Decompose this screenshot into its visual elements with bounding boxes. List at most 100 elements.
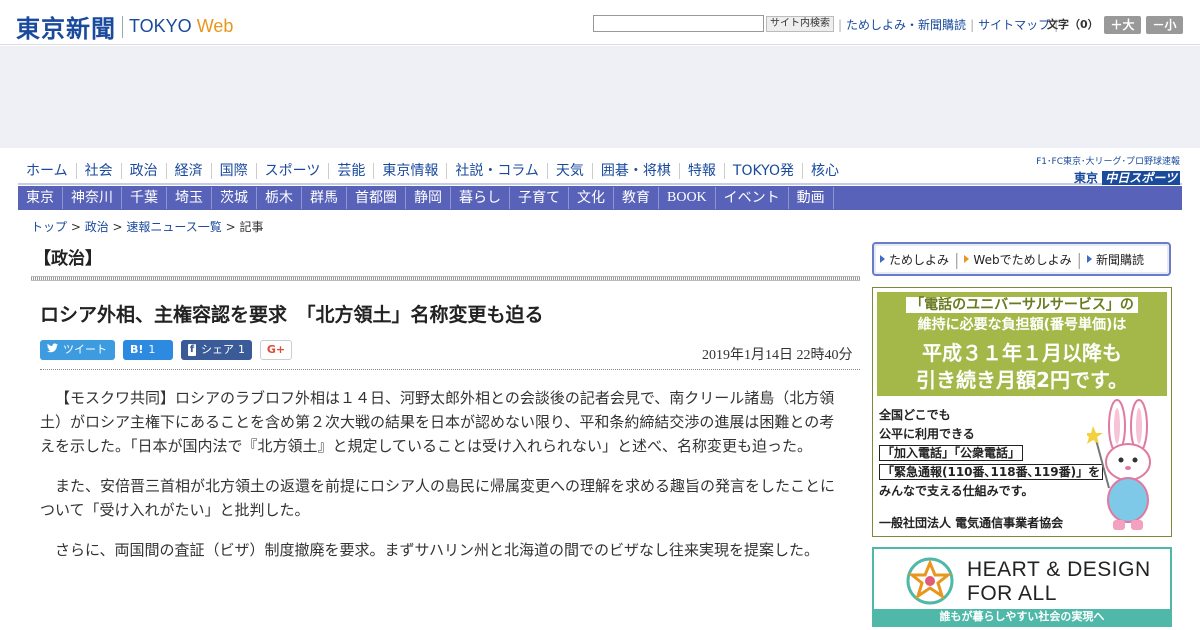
font-smaller-button[interactable]: －小	[1146, 16, 1183, 34]
link-divider: |	[954, 249, 960, 269]
subnav-item-tochigi[interactable]: 栃木	[257, 187, 302, 209]
ad-sponsor: 一般社団法人 電気通信事業者協会	[879, 516, 1064, 530]
ad-headline-1b: 維持に必要な負担額(番号単価)は	[917, 317, 1127, 333]
arrow-right-icon	[1086, 255, 1092, 263]
breadcrumb-top[interactable]: トップ	[31, 220, 67, 234]
facebook-share-count: 1	[238, 343, 245, 356]
chunichi-prefix: 東京	[1074, 171, 1099, 185]
subnav-item-book[interactable]: BOOK	[659, 187, 716, 209]
rabbit-mascot-icon	[1087, 399, 1151, 530]
breadcrumb: トップ > 政治 > 速報ニュース一覧 > 記事	[31, 218, 264, 235]
logo-divider	[122, 15, 123, 38]
heart-design-ad[interactable]: HEART & DESIGN FOR ALL 誰もが暮らしやすい社会の実現へ	[872, 547, 1172, 627]
trial-read-label: ためしよみ	[889, 252, 950, 267]
breadcrumb-current: 記事	[239, 220, 264, 234]
top-ad-banner[interactable]	[0, 46, 1200, 148]
link-divider: |	[1076, 249, 1082, 269]
subnav-item-tokyo[interactable]: 東京	[18, 187, 63, 209]
nav-item-tokyo-info[interactable]: 東京情報	[373, 163, 446, 179]
twitter-bird-icon	[47, 340, 58, 360]
heart-design-logo-icon	[906, 557, 954, 605]
section-divider	[31, 276, 860, 281]
ad-body: 全国どこでも 公平に利用できる 「加入電話」「公衆電話」 「緊急通報(110番､…	[879, 406, 1104, 501]
subnav-item-saitama[interactable]: 埼玉	[167, 187, 212, 209]
subscription-links: ためしよみ | Webでためしよみ | 新聞購読	[872, 242, 1171, 276]
article-paragraph: 【モスクワ共同】ロシアのラブロフ外相は１４日、河野太郎外相との会談後の記者会見で…	[40, 389, 835, 455]
nav-item-politics[interactable]: 政治	[120, 163, 166, 179]
subnav-item-event[interactable]: イベント	[716, 187, 789, 209]
chunichi-sports-link[interactable]: F1･FC東京･大リーグ･プロ野球速報 東京 中日スポーツ	[1025, 154, 1180, 186]
subnav-item-living[interactable]: 暮らし	[451, 187, 510, 209]
header-divider	[0, 44, 1200, 45]
subnav-item-shizuoka[interactable]: 静岡	[406, 187, 451, 209]
article-headline: ロシア外相、主権容認を要求 「北方領土」名称変更も迫る	[40, 304, 544, 326]
site-search-input[interactable]	[593, 15, 764, 32]
breadcrumb-separator: >	[67, 220, 85, 234]
subnav-item-shutoken[interactable]: 首都圏	[347, 187, 406, 209]
article-paragraph: さらに、両国間の査証（ビザ）制度撤廃を要求。まずサハリン州と北海道の間でのビザな…	[55, 541, 819, 559]
nav-item-special[interactable]: 特報	[678, 163, 724, 179]
breadcrumb-news-list[interactable]: 速報ニュース一覧	[126, 220, 221, 234]
main-nav: ホーム 社会 政治 経済 国際 スポーツ 芸能 東京情報 社説・コラム 天気 囲…	[18, 159, 847, 183]
nav-item-economy[interactable]: 経済	[165, 163, 211, 179]
nav-item-home[interactable]: ホーム	[18, 163, 76, 179]
subnav-item-education[interactable]: 教育	[614, 187, 659, 209]
hatena-bookmark-icon: B!	[130, 343, 144, 356]
sub-nav: 東京 神奈川 千葉 埼玉 茨城 栃木 群馬 首都圏 静岡 暮らし 子育て 文化 …	[18, 186, 1182, 210]
nav-item-editorial[interactable]: 社説・コラム	[446, 163, 547, 179]
nav-item-sports[interactable]: スポーツ	[255, 163, 329, 179]
site-search-button[interactable]: サイト内検索	[766, 16, 834, 32]
nav-item-go-shogi[interactable]: 囲碁・将棋	[591, 163, 679, 179]
subnav-item-kanagawa[interactable]: 神奈川	[63, 187, 122, 209]
subnav-item-ibaraki[interactable]: 茨城	[212, 187, 257, 209]
subnav-item-video[interactable]: 動画	[789, 187, 834, 209]
trial-read-link[interactable]: ためしよみ	[880, 251, 949, 268]
nav-item-entertainment[interactable]: 芸能	[328, 163, 373, 179]
article-divider	[40, 369, 860, 370]
site-logo[interactable]: 東京新聞 TOKYO Web	[16, 9, 233, 44]
nav-item-society[interactable]: 社会	[75, 163, 121, 179]
tweet-button[interactable]: ツイート	[40, 340, 115, 360]
web-trial-read-label: Webでためしよみ	[973, 252, 1072, 267]
sitemap-link[interactable]: サイトマップ	[978, 16, 1050, 33]
google-plus-button[interactable]: G+	[260, 340, 292, 360]
trial-subscribe-link[interactable]: ためしよみ・新聞購読	[846, 16, 966, 33]
ad-body-line: 「緊急通報(110番､118番､119番)」を	[879, 464, 1104, 480]
subnav-item-chiba[interactable]: 千葉	[122, 187, 167, 209]
ad-body-line: 「加入電話」「公衆電話」	[879, 445, 1024, 461]
web-trial-read-link[interactable]: Webでためしよみ	[964, 251, 1072, 268]
arrow-right-icon	[964, 255, 970, 263]
subnav-item-parenting[interactable]: 子育て	[510, 187, 569, 209]
nav-item-international[interactable]: 国際	[210, 163, 256, 179]
subnav-item-gunma[interactable]: 群馬	[302, 187, 347, 209]
tweet-label: ツイート	[63, 343, 107, 356]
header-links: | ためしよみ・新聞購読 | サイトマップ |	[834, 16, 1062, 33]
nav-item-weather[interactable]: 天気	[546, 163, 592, 179]
breadcrumb-separator: >	[108, 220, 127, 234]
nav-item-core[interactable]: 核心	[801, 163, 847, 179]
nav-item-tokyo-hatsu[interactable]: TOKYO発	[723, 163, 802, 179]
logo-web: Web	[196, 16, 234, 36]
hatena-count: 1	[148, 343, 156, 356]
breadcrumb-politics[interactable]: 政治	[85, 220, 109, 234]
ad-headline-3: 引き続き月額2円です。	[916, 368, 1128, 392]
site-header: 東京新聞 TOKYO Web サイト内検索 | ためしよみ・新聞購読 | サイト…	[0, 0, 1200, 46]
chunichi-name: 中日スポーツ	[1102, 171, 1180, 185]
ad-headline-1: 「電話のユニバーサルサービス」の 維持に必要な負担額(番号単価)は	[877, 294, 1167, 334]
chunichi-tagline: F1･FC東京･大リーグ･プロ野球速報	[1036, 157, 1180, 167]
logo-japanese: 東京新聞	[16, 14, 116, 43]
font-larger-button[interactable]: ＋大	[1104, 16, 1141, 34]
subscribe-link[interactable]: 新聞購読	[1086, 251, 1144, 268]
article-body: 【モスクワ共同】ロシアのラブロフ外相は１４日、河野太郎外相との会談後の記者会見で…	[40, 386, 842, 578]
hatena-bookmark-button[interactable]: B! 1	[123, 340, 173, 360]
ad-headline-2: 平成３１年１月以降も	[922, 341, 1122, 365]
subnav-item-culture[interactable]: 文化	[569, 187, 614, 209]
facebook-share-button[interactable]: f シェア 1	[181, 340, 252, 360]
universal-service-ad[interactable]: 「電話のユニバーサルサービス」の 維持に必要な負担額(番号単価)は 平成３１年１…	[872, 287, 1172, 537]
link-divider: |	[970, 17, 975, 32]
font-size-label: 文字（0）	[1047, 18, 1099, 31]
heart-design-title-1: HEART & DESIGN	[967, 558, 1151, 581]
main-nav-underline	[18, 183, 1182, 185]
chunichi-logo: 東京 中日スポーツ	[1025, 169, 1180, 186]
ad-body-line: 全国どこでも	[879, 408, 951, 422]
